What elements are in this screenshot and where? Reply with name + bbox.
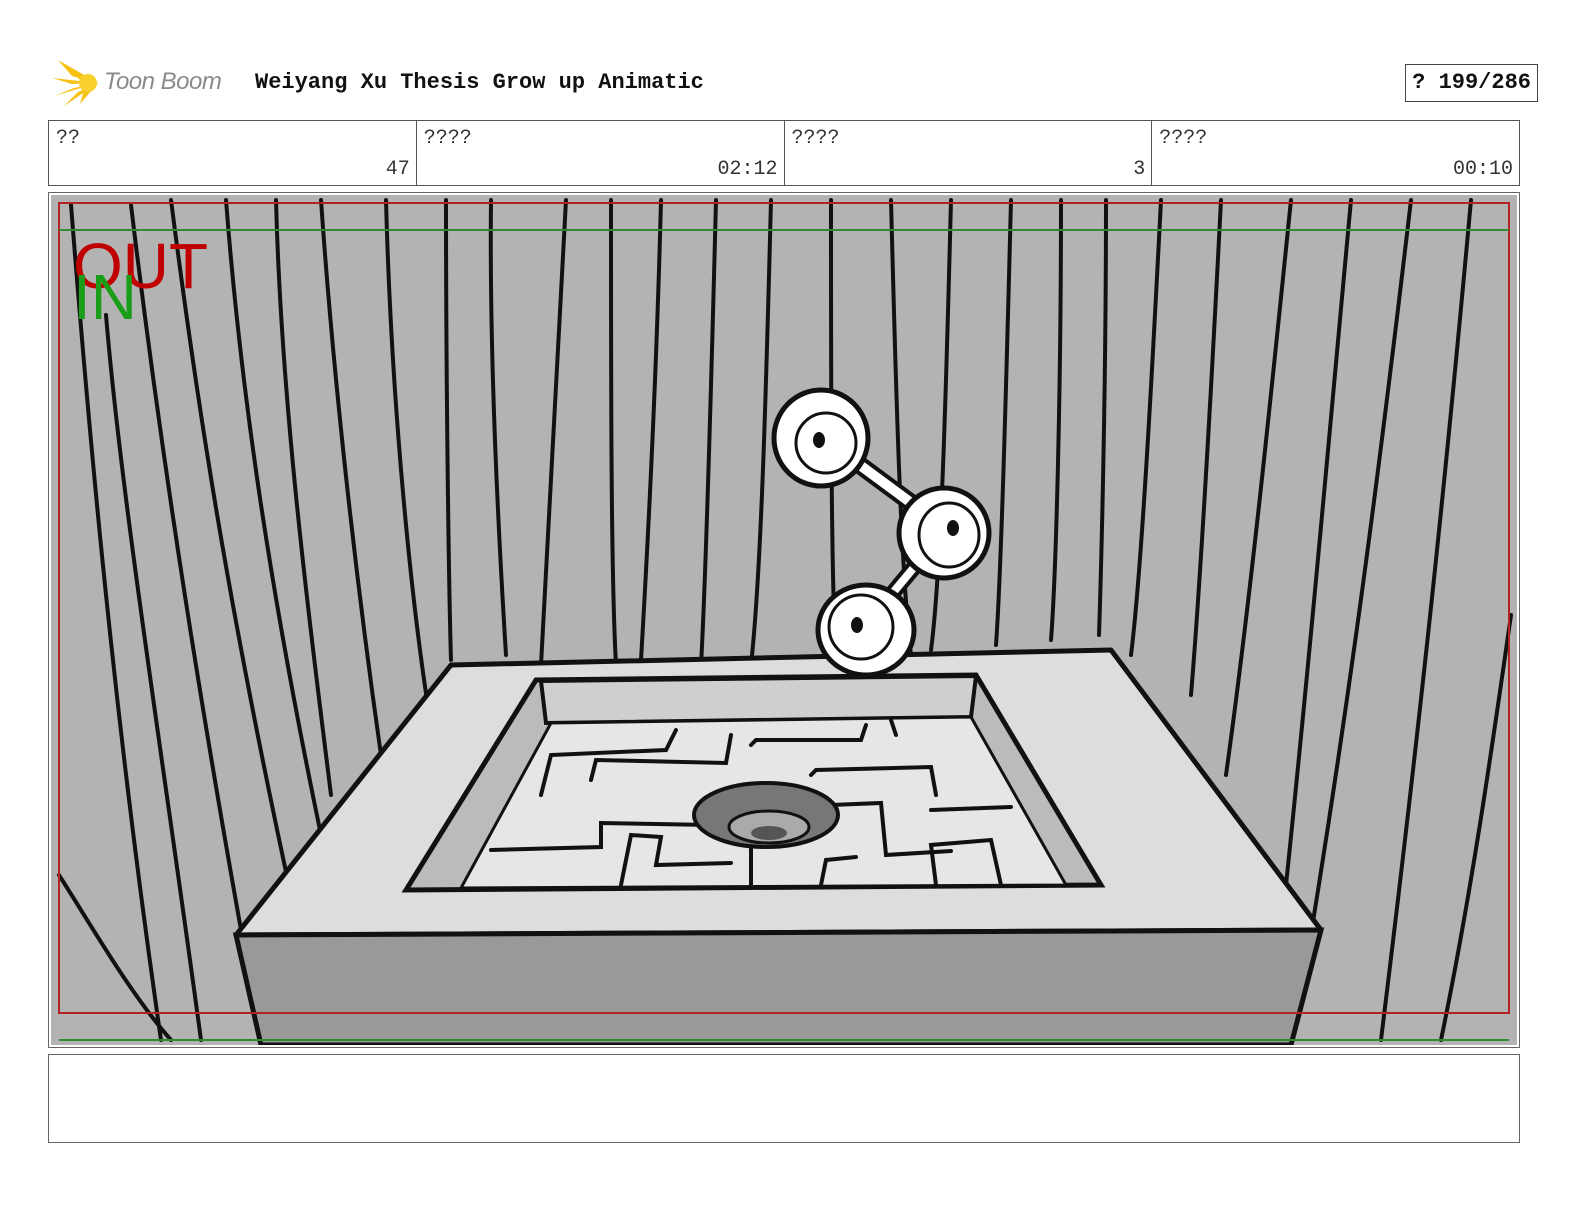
info-label: ???? [1159, 127, 1208, 150]
in-label: IN [73, 261, 137, 333]
info-cell-scene: ?? 47 [49, 121, 417, 185]
storyboard-panel: OUT IN [48, 192, 1520, 1048]
info-cell-duration: ???? 02:12 [417, 121, 785, 185]
toon-boom-logo: Toon Boom [50, 58, 240, 108]
panel-drawing: OUT IN [51, 195, 1517, 1045]
info-value: 47 [385, 158, 410, 181]
page-indicator: ? 199/286 [1405, 64, 1538, 102]
storyboard-header: Toon Boom Weiyang Xu Thesis Grow up Anim… [50, 56, 1538, 110]
info-value: 00:10 [1452, 158, 1513, 181]
logo-wordmark: Toon Boom [104, 68, 222, 95]
info-label: ???? [423, 127, 472, 150]
info-value: 3 [1133, 158, 1146, 181]
info-cell-panel-duration: ???? 00:10 [1152, 121, 1519, 185]
shot-info-row: ?? 47 ???? 02:12 ???? 3 ???? 00:10 [48, 120, 1520, 186]
info-label: ?? [56, 127, 81, 150]
panel-notes-box [48, 1054, 1520, 1143]
info-label: ???? [791, 127, 840, 150]
project-title: Weiyang Xu Thesis Grow up Animatic [255, 70, 704, 95]
toon-boom-burst-icon [52, 60, 98, 106]
info-value: 02:12 [717, 158, 778, 181]
info-cell-panel: ???? 3 [785, 121, 1153, 185]
